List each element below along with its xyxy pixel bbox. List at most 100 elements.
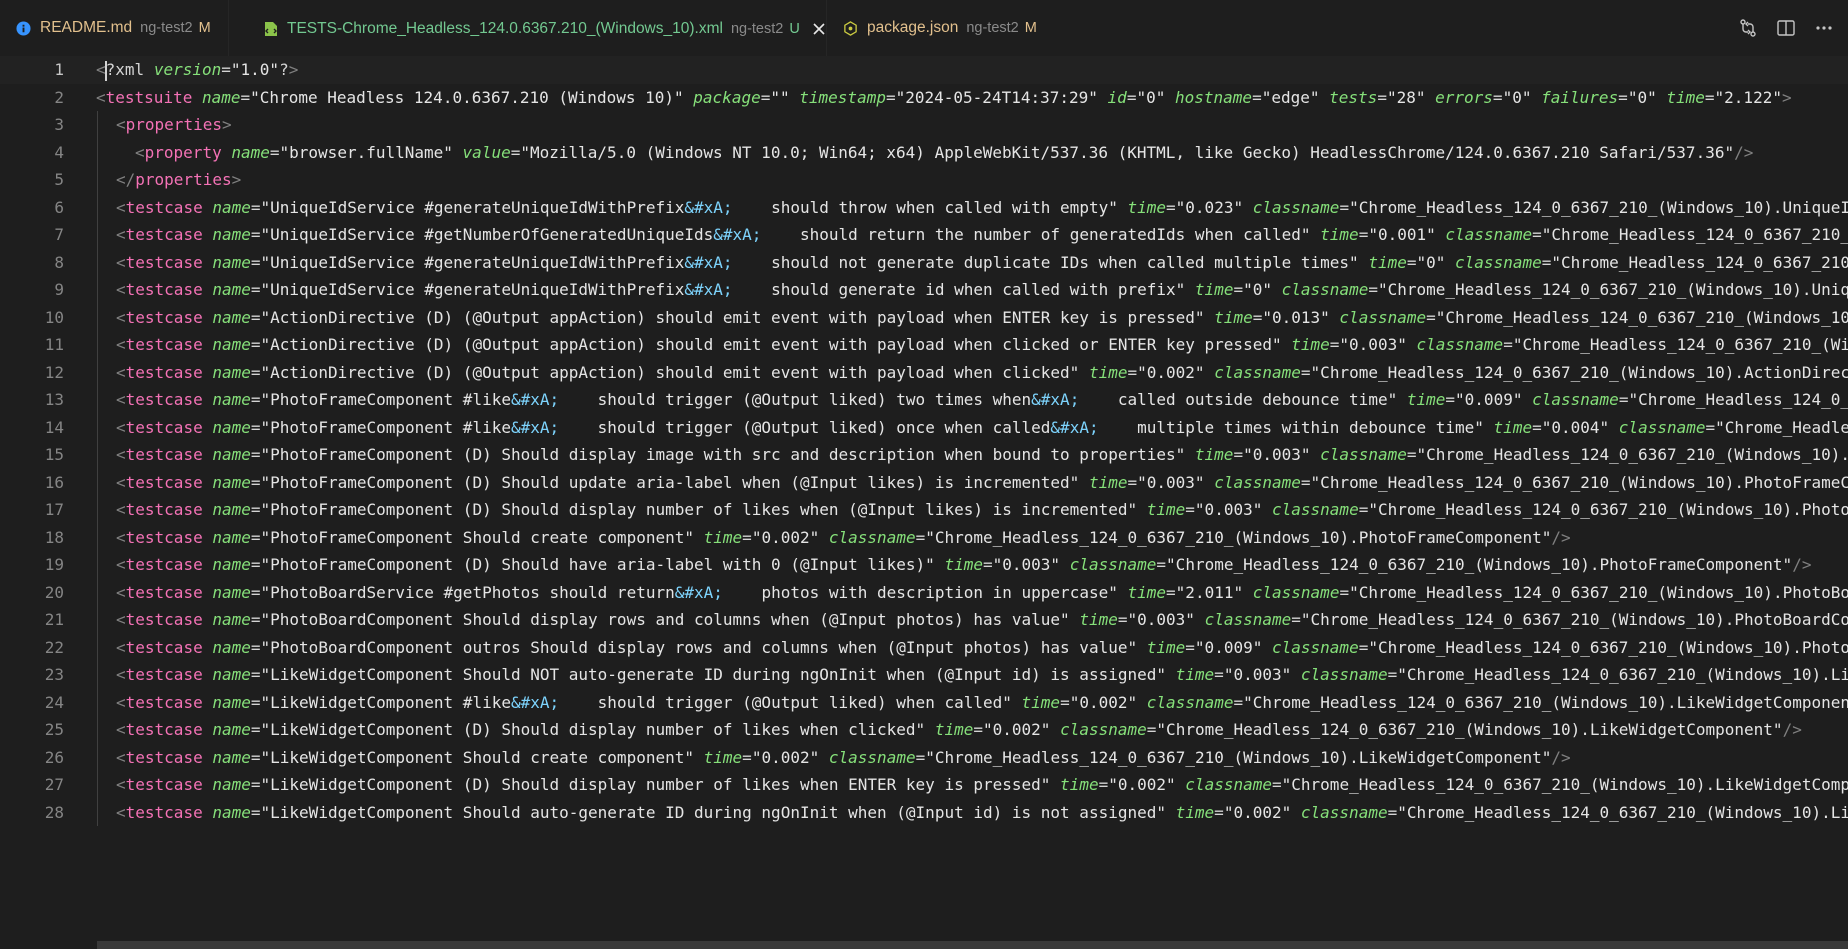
- code-text: <testcase name="PhotoFrameComponent (D) …: [116, 441, 1848, 469]
- code-token: classname: [1300, 665, 1388, 684]
- split-editor-icon[interactable]: [1776, 18, 1796, 38]
- code-line[interactable]: 4 <property name="browser.fullName" value…: [0, 138, 1848, 166]
- code-token: "0.003": [1127, 610, 1195, 629]
- tab-tests-xml[interactable]: TESTS-Chrome_Headless_124.0.6367.210_(Wi…: [248, 0, 825, 56]
- code-token: classname: [828, 527, 916, 547]
- close-icon[interactable]: [812, 22, 826, 36]
- code-token: <: [116, 225, 126, 244]
- code-token: =: [269, 142, 280, 162]
- code-line[interactable]: 13 <testcase name="PhotoFrameComponent #l…: [0, 386, 1848, 414]
- code-line[interactable]: 2 <testsuite name="Chrome Headless 124.0.…: [0, 84, 1848, 112]
- line-number: 24: [44, 692, 64, 712]
- tab-package-json[interactable]: package.json ng-test2 M: [827, 0, 1067, 56]
- more-actions-icon[interactable]: [1814, 18, 1834, 38]
- code-line[interactable]: 16 <testcase name="PhotoFrameComponent (D…: [0, 468, 1848, 496]
- code-line[interactable]: 6 <testcase name="UniqueIdService #genera…: [0, 193, 1848, 221]
- code-token: =: [1532, 417, 1542, 437]
- code-token: "0.009": [1455, 390, 1523, 409]
- code-token: &#xA;: [1031, 390, 1080, 409]
- code-token: ?xml: [105, 60, 154, 79]
- code-line[interactable]: 8 <testcase name="UniqueIdService #genera…: [0, 248, 1848, 276]
- code-editor[interactable]: 1 <?xml version="1.0"?> 2 <testsuite name="…: [0, 52, 1848, 949]
- line-number: 27: [44, 775, 64, 794]
- code-text: <testcase name="PhotoFrameComponent (D) …: [116, 551, 1811, 579]
- code-token: =: [1156, 555, 1167, 574]
- code-token: time: [703, 527, 743, 547]
- code-token: name: [212, 582, 251, 602]
- code-token: "0.003": [1243, 445, 1311, 464]
- code-token: name: [212, 692, 251, 712]
- line-number: 16: [44, 472, 64, 492]
- code-token: classname: [1272, 500, 1359, 519]
- code-token: <: [116, 802, 126, 822]
- code-line[interactable]: 11 <testcase name="ActionDirective (D) (@…: [0, 331, 1848, 359]
- code-token: called outside debounce time": [1079, 390, 1398, 409]
- code-line[interactable]: 19 <testcase name="PhotoFrameComponent (D…: [0, 551, 1848, 579]
- code-token: should not generate duplicate IDs when c…: [732, 252, 1359, 272]
- code-token: "0.002": [1223, 802, 1292, 822]
- code-token: "edge": [1261, 87, 1320, 107]
- code-line[interactable]: 15 <testcase name="PhotoFrameComponent (D…: [0, 441, 1848, 469]
- code-line[interactable]: 21 <testcase name="PhotoBoardComponent Sh…: [0, 606, 1848, 634]
- code-line[interactable]: 14 <testcase name="PhotoFrameComponent #l…: [0, 413, 1848, 441]
- indent-guide: [97, 523, 98, 551]
- code-line[interactable]: 3 <properties>: [0, 111, 1848, 139]
- code-line[interactable]: 25 <testcase name="LikeWidgetComponent (D…: [0, 716, 1848, 744]
- code-token: id: [1107, 87, 1127, 107]
- code-token: "Chrome_Headless_124_0_6367_210_(Windows…: [1368, 500, 1848, 519]
- tab-readme[interactable]: README.md ng-test2 M: [0, 0, 228, 56]
- code-token: time: [1666, 87, 1705, 107]
- code-text: <testcase name="UniqueIdService #getNumb…: [116, 221, 1848, 249]
- code-line[interactable]: 23 <testcase name="LikeWidgetComponent Sh…: [0, 661, 1848, 689]
- code-token: photos with description in uppercase": [722, 582, 1118, 602]
- code-line[interactable]: 5 </properties>: [0, 166, 1848, 194]
- code-line[interactable]: 22 <testcase name="PhotoBoardComponent ou…: [0, 633, 1848, 661]
- code-line[interactable]: 24 <testcase name="LikeWidgetComponent #l…: [0, 688, 1848, 716]
- source-control-compare-icon[interactable]: [1738, 18, 1758, 38]
- code-token: "PhotoFrameComponent #like: [260, 417, 511, 437]
- code-token: "LikeWidgetComponent (D) Should display …: [260, 775, 1051, 794]
- indent-guide: [97, 386, 98, 414]
- code-line[interactable]: 27 <testcase name="LikeWidgetComponent (D…: [0, 771, 1848, 799]
- code-line[interactable]: 20 <testcase name="PhotoBoardService #get…: [0, 578, 1848, 606]
- code-token: "2.011": [1175, 582, 1244, 602]
- code-line[interactable]: 9 <testcase name="UniqueIdService #genera…: [0, 276, 1848, 304]
- code-token: =: [1618, 87, 1628, 107]
- code-line[interactable]: 18 <testcase name="PhotoFrameComponent Sh…: [0, 523, 1848, 551]
- line-number: 23: [44, 665, 64, 684]
- code-token: classname: [1445, 225, 1533, 244]
- horizontal-scrollbar[interactable]: [97, 941, 1848, 949]
- code-token: >: [288, 60, 299, 79]
- code-token: =: [250, 252, 261, 272]
- code-line[interactable]: 28 <testcase name="LikeWidgetComponent Sh…: [0, 798, 1848, 826]
- code-line[interactable]: 10 <testcase name="ActionDirective (D) (@…: [0, 303, 1848, 332]
- code-token: "UniqueIdService #generateUniqueIdWithPr…: [260, 197, 685, 217]
- code-token: testcase: [125, 775, 203, 794]
- code-token: "LikeWidgetComponent Should NOT auto-gen…: [260, 665, 1166, 684]
- code-token: "Chrome_Headless_124_0_6367_210_(Windows…: [1397, 802, 1848, 822]
- code-line[interactable]: 26 <testcase name="LikeWidgetComponent Sh…: [0, 743, 1848, 771]
- line-number: 1: [54, 60, 64, 79]
- code-token: testcase: [125, 527, 203, 547]
- code-token: =: [982, 555, 993, 574]
- line-number: 28: [44, 802, 64, 822]
- line-number: 17: [44, 500, 64, 519]
- code-line[interactable]: 1 <?xml version="1.0"?>: [0, 56, 1848, 84]
- code-text: <testcase name="ActionDirective (D) (@Ou…: [116, 304, 1848, 332]
- code-token: =: [1214, 802, 1224, 822]
- code-line[interactable]: 17 <testcase name="PhotoFrameComponent (D…: [0, 496, 1848, 524]
- code-token: "Chrome_Headless_124_0_6367_210_(Windows…: [1512, 335, 1848, 354]
- code-line[interactable]: 12 <testcase name="ActionDirective (D) (@…: [0, 358, 1848, 386]
- code-text: <testcase name="LikeWidgetComponent Shou…: [116, 661, 1848, 689]
- indent-guide: [97, 578, 98, 606]
- code-line[interactable]: 7 <testcase name="UniqueIdService #getNum…: [0, 221, 1848, 249]
- line-number: 7: [54, 225, 64, 244]
- code-token: classname: [1214, 472, 1301, 492]
